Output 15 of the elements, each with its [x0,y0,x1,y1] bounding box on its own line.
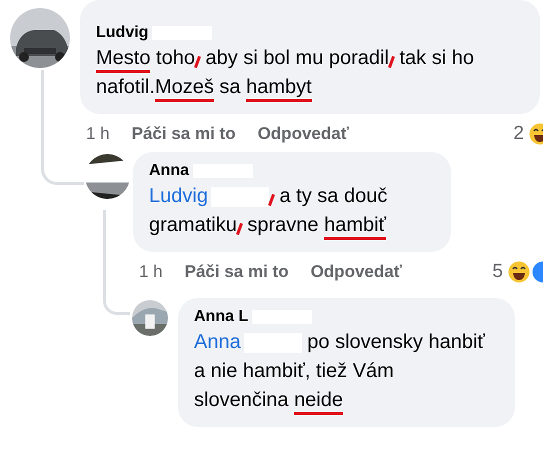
comment-text: Mesto toho aby si bol mu poradil tak si ho nafotil.Mozeš sa hambyt [96,44,524,102]
timestamp: 1 h [86,124,110,144]
reaction-count: 2 [513,123,524,145]
like-link[interactable]: Páči sa mi to [184,262,289,282]
author-name[interactable]: Anna L [194,308,248,326]
author-name[interactable]: Anna [149,162,189,180]
reply-link[interactable]: Odpovedať [310,262,402,282]
author-name[interactable]: Ludvig [96,24,148,42]
comment-text: Anna po slovensky hanbiť a nie hambiť, tiež Vám slovenčina neide [194,328,487,415]
comment-text: Ludvig a ty sa douč gramatiku spravne hambiť [149,182,435,240]
timestamp: 1 h [139,262,163,282]
reply-link[interactable]: Odpovedať [258,124,349,144]
like-link[interactable]: Páči sa mi to [132,124,236,144]
reaction-count: 5 [492,261,503,283]
laughing-emoji-icon [507,260,531,284]
